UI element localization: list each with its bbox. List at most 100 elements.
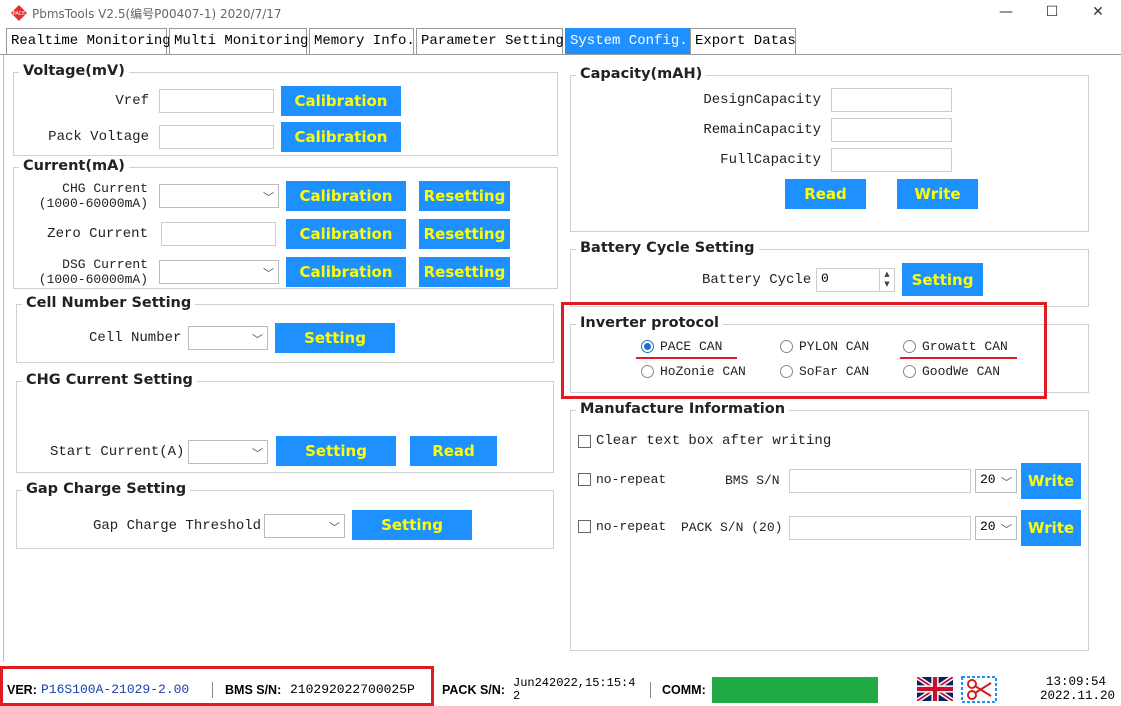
pack-sn-input[interactable] <box>789 516 971 540</box>
content-border <box>3 55 4 662</box>
no-repeat-label: no-repeat <box>596 472 667 487</box>
start-current-select[interactable]: ﹀ <box>188 440 268 464</box>
radio-indicator <box>780 365 793 378</box>
pace-can-underline <box>636 357 737 359</box>
radio-sofar-can[interactable]: SoFar CAN <box>780 364 880 381</box>
pack-voltage-input[interactable] <box>159 125 274 149</box>
tab-memory-info[interactable]: Memory Info. <box>309 28 415 55</box>
minimize-button[interactable]: — <box>983 0 1029 26</box>
close-button[interactable]: ✕ <box>1075 0 1121 26</box>
svg-text:PACE: PACE <box>13 11 26 17</box>
bms-sn-status-label: BMS S/N: <box>225 683 282 697</box>
battery-cycle-spinner[interactable]: 0 ▲ ▼ <box>816 268 895 292</box>
chg-current-range: (1000-60000mA) <box>38 196 148 211</box>
clock-time: 13:09:54 <box>1046 675 1107 689</box>
checkbox-box <box>578 473 591 486</box>
radio-pace-can[interactable]: PACE CAN <box>641 339 741 356</box>
chg-calibration-button[interactable]: Calibration <box>286 181 406 211</box>
bms-sn-label: BMS S/N <box>725 473 780 488</box>
radio-label: GoodWe CAN <box>922 364 1001 379</box>
remain-capacity-label: RemainCapacity <box>703 122 821 138</box>
radio-goodwe-can[interactable]: GoodWe CAN <box>903 364 1008 381</box>
radio-hozonie-can[interactable]: HoZonie CAN <box>641 364 751 381</box>
dsg-current-range: (1000-60000mA) <box>38 272 148 287</box>
battery-cycle-setting-button[interactable]: Setting <box>902 263 983 296</box>
chevron-down-icon: ﹀ <box>252 447 263 460</box>
gap-charge-setting-button[interactable]: Setting <box>352 510 472 540</box>
zero-current-input[interactable] <box>161 222 276 246</box>
tab-multi-monitoring[interactable]: Multi Monitoring <box>169 28 308 55</box>
cell-number-select[interactable]: ﹀ <box>188 326 268 350</box>
start-current-label: Start Current(A) <box>50 444 185 460</box>
maximize-button[interactable]: ☐ <box>1029 0 1075 26</box>
remain-capacity-input[interactable] <box>831 118 952 142</box>
tab-system-config[interactable]: System Config. <box>565 28 690 55</box>
capacity-read-button[interactable]: Read <box>785 179 866 209</box>
comm-status-indicator <box>712 677 878 703</box>
status-bar: VER: P16S100A-21029-2.00 BMS S/N: 210292… <box>0 662 1121 706</box>
clock-date: 2022.11.20 <box>1040 689 1116 703</box>
chg-resetting-button[interactable]: Resetting <box>419 181 510 211</box>
spinner-arrows[interactable]: ▲ ▼ <box>879 269 894 291</box>
checkbox-box <box>578 520 591 533</box>
zero-calibration-button[interactable]: Calibration <box>286 219 406 249</box>
screenshot-scissors-icon[interactable] <box>961 676 997 703</box>
bms-sn-length-select[interactable]: 20 ﹀ <box>975 469 1017 493</box>
clear-after-write-checkbox[interactable]: Clear text box after writing <box>578 433 838 450</box>
pack-sn-length-value: 20 <box>980 519 996 534</box>
start-current-setting-button[interactable]: Setting <box>276 436 396 466</box>
pack-voltage-calibration-button[interactable]: Calibration <box>281 122 401 152</box>
pack-no-repeat-checkbox[interactable]: no-repeat <box>578 519 678 535</box>
radio-label: PYLON CAN <box>799 339 870 354</box>
pack-voltage-label: Pack Voltage <box>48 129 149 145</box>
uk-flag-icon[interactable] <box>917 677 953 701</box>
bms-sn-length-value: 20 <box>980 472 996 487</box>
capacity-write-button[interactable]: Write <box>897 179 978 209</box>
radio-label: Growatt CAN <box>922 339 1008 354</box>
cell-number-label: Cell Number <box>89 330 182 346</box>
no-repeat-label: no-repeat <box>596 519 667 534</box>
chg-current-setting-title: CHG Current Setting <box>22 372 197 388</box>
title-bar: PACE PbmsTools V2.5(编号P00407-1) 2020/7/1… <box>0 0 1121 26</box>
dsg-current-select[interactable]: ﹀ <box>159 260 279 284</box>
cell-number-setting-button[interactable]: Setting <box>275 323 395 353</box>
radio-label: HoZonie CAN <box>660 364 746 379</box>
ver-value: P16S100A-21029-2.00 <box>41 682 190 697</box>
pack-sn-length-select[interactable]: 20 ﹀ <box>975 516 1017 540</box>
tab-parameter-setting[interactable]: Parameter Setting <box>416 28 564 55</box>
radio-indicator <box>641 340 654 353</box>
manufacture-title: Manufacture Information <box>576 401 790 417</box>
ver-label: VER: <box>7 683 37 697</box>
zero-resetting-button[interactable]: Resetting <box>419 219 510 249</box>
vref-input[interactable] <box>159 89 274 113</box>
bms-no-repeat-checkbox[interactable]: no-repeat <box>578 472 678 488</box>
tab-export-datas[interactable]: Export Datas <box>690 28 796 55</box>
start-current-read-button[interactable]: Read <box>410 436 497 466</box>
dsg-calibration-button[interactable]: Calibration <box>286 257 406 287</box>
pack-sn-write-button[interactable]: Write <box>1021 510 1081 546</box>
vref-calibration-button[interactable]: Calibration <box>281 86 401 116</box>
pack-sn-status-value-2: 2 <box>513 689 521 703</box>
battery-cycle-title: Battery Cycle Setting <box>576 240 759 256</box>
radio-indicator <box>641 365 654 378</box>
design-capacity-input[interactable] <box>831 88 952 112</box>
gap-charge-threshold-label: Gap Charge Threshold <box>93 518 262 534</box>
radio-pylon-can[interactable]: PYLON CAN <box>780 339 880 356</box>
battery-cycle-label: Battery Cycle <box>702 272 812 288</box>
tab-realtime-monitoring[interactable]: Realtime Monitoring <box>6 28 171 55</box>
inverter-title: Inverter protocol <box>576 315 724 331</box>
gap-charge-threshold-select[interactable]: ﹀ <box>264 514 345 538</box>
capacity-title: Capacity(mAH) <box>576 66 707 82</box>
design-capacity-label: DesignCapacity <box>703 92 821 108</box>
growatt-can-underline <box>900 357 1017 359</box>
radio-label: PACE CAN <box>660 339 723 354</box>
chg-current-select[interactable]: ﹀ <box>159 184 279 208</box>
chevron-down-icon: ﹀ <box>252 333 263 346</box>
bms-sn-write-button[interactable]: Write <box>1021 463 1081 499</box>
app-logo-icon: PACE <box>11 5 27 21</box>
radio-growatt-can[interactable]: Growatt CAN <box>903 339 1018 356</box>
voltage-title: Voltage(mV) <box>19 63 129 79</box>
full-capacity-input[interactable] <box>831 148 952 172</box>
bms-sn-input[interactable] <box>789 469 971 493</box>
dsg-resetting-button[interactable]: Resetting <box>419 257 510 287</box>
